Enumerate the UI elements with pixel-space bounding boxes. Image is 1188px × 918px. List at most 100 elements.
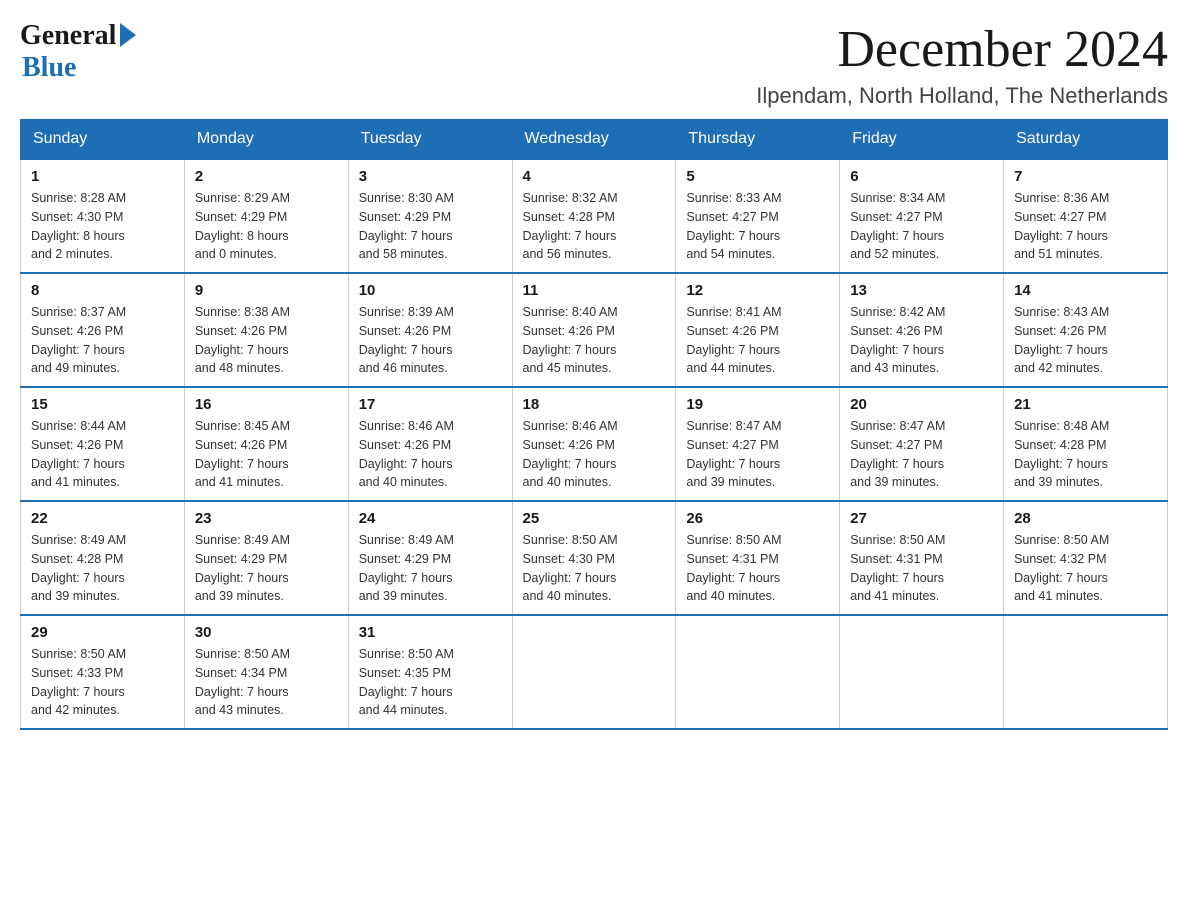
day-number: 11 xyxy=(523,282,666,299)
day-info: Sunrise: 8:32 AMSunset: 4:28 PMDaylight:… xyxy=(523,189,666,264)
day-number: 13 xyxy=(850,282,993,299)
table-row: 23 Sunrise: 8:49 AMSunset: 4:29 PMDaylig… xyxy=(184,501,348,615)
week-row-2: 8 Sunrise: 8:37 AMSunset: 4:26 PMDayligh… xyxy=(21,273,1168,387)
day-number: 6 xyxy=(850,168,993,185)
day-info: Sunrise: 8:42 AMSunset: 4:26 PMDaylight:… xyxy=(850,303,993,378)
table-row: 11 Sunrise: 8:40 AMSunset: 4:26 PMDaylig… xyxy=(512,273,676,387)
day-number: 2 xyxy=(195,168,338,185)
header-thursday: Thursday xyxy=(676,120,840,160)
logo-general-text: General xyxy=(20,20,116,52)
table-row: 31 Sunrise: 8:50 AMSunset: 4:35 PMDaylig… xyxy=(348,615,512,729)
table-row: 14 Sunrise: 8:43 AMSunset: 4:26 PMDaylig… xyxy=(1004,273,1168,387)
day-info: Sunrise: 8:28 AMSunset: 4:30 PMDaylight:… xyxy=(31,189,174,264)
table-row xyxy=(676,615,840,729)
table-row xyxy=(840,615,1004,729)
day-number: 22 xyxy=(31,510,174,527)
logo-arrow-icon xyxy=(120,23,136,47)
logo: General Blue xyxy=(20,20,136,84)
day-info: Sunrise: 8:48 AMSunset: 4:28 PMDaylight:… xyxy=(1014,417,1157,492)
day-number: 26 xyxy=(686,510,829,527)
table-row: 25 Sunrise: 8:50 AMSunset: 4:30 PMDaylig… xyxy=(512,501,676,615)
day-info: Sunrise: 8:36 AMSunset: 4:27 PMDaylight:… xyxy=(1014,189,1157,264)
day-number: 7 xyxy=(1014,168,1157,185)
table-row: 30 Sunrise: 8:50 AMSunset: 4:34 PMDaylig… xyxy=(184,615,348,729)
header-saturday: Saturday xyxy=(1004,120,1168,160)
header-monday: Monday xyxy=(184,120,348,160)
table-row: 21 Sunrise: 8:48 AMSunset: 4:28 PMDaylig… xyxy=(1004,387,1168,501)
header-sunday: Sunday xyxy=(21,120,185,160)
week-row-1: 1 Sunrise: 8:28 AMSunset: 4:30 PMDayligh… xyxy=(21,159,1168,273)
day-number: 10 xyxy=(359,282,502,299)
table-row: 20 Sunrise: 8:47 AMSunset: 4:27 PMDaylig… xyxy=(840,387,1004,501)
day-number: 20 xyxy=(850,396,993,413)
table-row: 1 Sunrise: 8:28 AMSunset: 4:30 PMDayligh… xyxy=(21,159,185,273)
table-row: 16 Sunrise: 8:45 AMSunset: 4:26 PMDaylig… xyxy=(184,387,348,501)
table-row: 28 Sunrise: 8:50 AMSunset: 4:32 PMDaylig… xyxy=(1004,501,1168,615)
day-info: Sunrise: 8:50 AMSunset: 4:33 PMDaylight:… xyxy=(31,645,174,720)
days-of-week-row: Sunday Monday Tuesday Wednesday Thursday… xyxy=(21,120,1168,160)
day-info: Sunrise: 8:37 AMSunset: 4:26 PMDaylight:… xyxy=(31,303,174,378)
day-number: 9 xyxy=(195,282,338,299)
table-row: 6 Sunrise: 8:34 AMSunset: 4:27 PMDayligh… xyxy=(840,159,1004,273)
day-number: 15 xyxy=(31,396,174,413)
day-number: 25 xyxy=(523,510,666,527)
day-number: 14 xyxy=(1014,282,1157,299)
day-number: 12 xyxy=(686,282,829,299)
header-friday: Friday xyxy=(840,120,1004,160)
day-number: 17 xyxy=(359,396,502,413)
day-info: Sunrise: 8:46 AMSunset: 4:26 PMDaylight:… xyxy=(523,417,666,492)
table-row: 2 Sunrise: 8:29 AMSunset: 4:29 PMDayligh… xyxy=(184,159,348,273)
day-info: Sunrise: 8:49 AMSunset: 4:29 PMDaylight:… xyxy=(195,531,338,606)
month-title: December 2024 xyxy=(756,20,1168,79)
table-row xyxy=(1004,615,1168,729)
table-row: 29 Sunrise: 8:50 AMSunset: 4:33 PMDaylig… xyxy=(21,615,185,729)
day-number: 24 xyxy=(359,510,502,527)
table-row: 7 Sunrise: 8:36 AMSunset: 4:27 PMDayligh… xyxy=(1004,159,1168,273)
day-info: Sunrise: 8:50 AMSunset: 4:31 PMDaylight:… xyxy=(850,531,993,606)
week-row-5: 29 Sunrise: 8:50 AMSunset: 4:33 PMDaylig… xyxy=(21,615,1168,729)
day-number: 28 xyxy=(1014,510,1157,527)
day-number: 27 xyxy=(850,510,993,527)
day-number: 16 xyxy=(195,396,338,413)
day-info: Sunrise: 8:44 AMSunset: 4:26 PMDaylight:… xyxy=(31,417,174,492)
table-row: 19 Sunrise: 8:47 AMSunset: 4:27 PMDaylig… xyxy=(676,387,840,501)
day-info: Sunrise: 8:33 AMSunset: 4:27 PMDaylight:… xyxy=(686,189,829,264)
day-number: 1 xyxy=(31,168,174,185)
day-info: Sunrise: 8:40 AMSunset: 4:26 PMDaylight:… xyxy=(523,303,666,378)
day-number: 5 xyxy=(686,168,829,185)
table-row: 24 Sunrise: 8:49 AMSunset: 4:29 PMDaylig… xyxy=(348,501,512,615)
header-tuesday: Tuesday xyxy=(348,120,512,160)
location-title: Ilpendam, North Holland, The Netherlands xyxy=(756,83,1168,109)
day-info: Sunrise: 8:50 AMSunset: 4:31 PMDaylight:… xyxy=(686,531,829,606)
table-row: 4 Sunrise: 8:32 AMSunset: 4:28 PMDayligh… xyxy=(512,159,676,273)
day-info: Sunrise: 8:39 AMSunset: 4:26 PMDaylight:… xyxy=(359,303,502,378)
week-row-4: 22 Sunrise: 8:49 AMSunset: 4:28 PMDaylig… xyxy=(21,501,1168,615)
day-info: Sunrise: 8:50 AMSunset: 4:34 PMDaylight:… xyxy=(195,645,338,720)
day-number: 8 xyxy=(31,282,174,299)
header-wednesday: Wednesday xyxy=(512,120,676,160)
table-row: 3 Sunrise: 8:30 AMSunset: 4:29 PMDayligh… xyxy=(348,159,512,273)
table-row: 26 Sunrise: 8:50 AMSunset: 4:31 PMDaylig… xyxy=(676,501,840,615)
header: General Blue December 2024 Ilpendam, Nor… xyxy=(20,20,1168,109)
day-number: 23 xyxy=(195,510,338,527)
calendar-table: Sunday Monday Tuesday Wednesday Thursday… xyxy=(20,119,1168,730)
day-info: Sunrise: 8:34 AMSunset: 4:27 PMDaylight:… xyxy=(850,189,993,264)
day-number: 3 xyxy=(359,168,502,185)
day-info: Sunrise: 8:46 AMSunset: 4:26 PMDaylight:… xyxy=(359,417,502,492)
day-info: Sunrise: 8:50 AMSunset: 4:32 PMDaylight:… xyxy=(1014,531,1157,606)
table-row: 8 Sunrise: 8:37 AMSunset: 4:26 PMDayligh… xyxy=(21,273,185,387)
day-info: Sunrise: 8:38 AMSunset: 4:26 PMDaylight:… xyxy=(195,303,338,378)
table-row: 22 Sunrise: 8:49 AMSunset: 4:28 PMDaylig… xyxy=(21,501,185,615)
day-info: Sunrise: 8:30 AMSunset: 4:29 PMDaylight:… xyxy=(359,189,502,264)
day-number: 31 xyxy=(359,624,502,641)
table-row: 27 Sunrise: 8:50 AMSunset: 4:31 PMDaylig… xyxy=(840,501,1004,615)
day-info: Sunrise: 8:29 AMSunset: 4:29 PMDaylight:… xyxy=(195,189,338,264)
day-info: Sunrise: 8:43 AMSunset: 4:26 PMDaylight:… xyxy=(1014,303,1157,378)
table-row: 13 Sunrise: 8:42 AMSunset: 4:26 PMDaylig… xyxy=(840,273,1004,387)
table-row: 18 Sunrise: 8:46 AMSunset: 4:26 PMDaylig… xyxy=(512,387,676,501)
day-info: Sunrise: 8:50 AMSunset: 4:35 PMDaylight:… xyxy=(359,645,502,720)
title-area: December 2024 Ilpendam, North Holland, T… xyxy=(756,20,1168,109)
day-number: 19 xyxy=(686,396,829,413)
day-info: Sunrise: 8:41 AMSunset: 4:26 PMDaylight:… xyxy=(686,303,829,378)
day-number: 4 xyxy=(523,168,666,185)
